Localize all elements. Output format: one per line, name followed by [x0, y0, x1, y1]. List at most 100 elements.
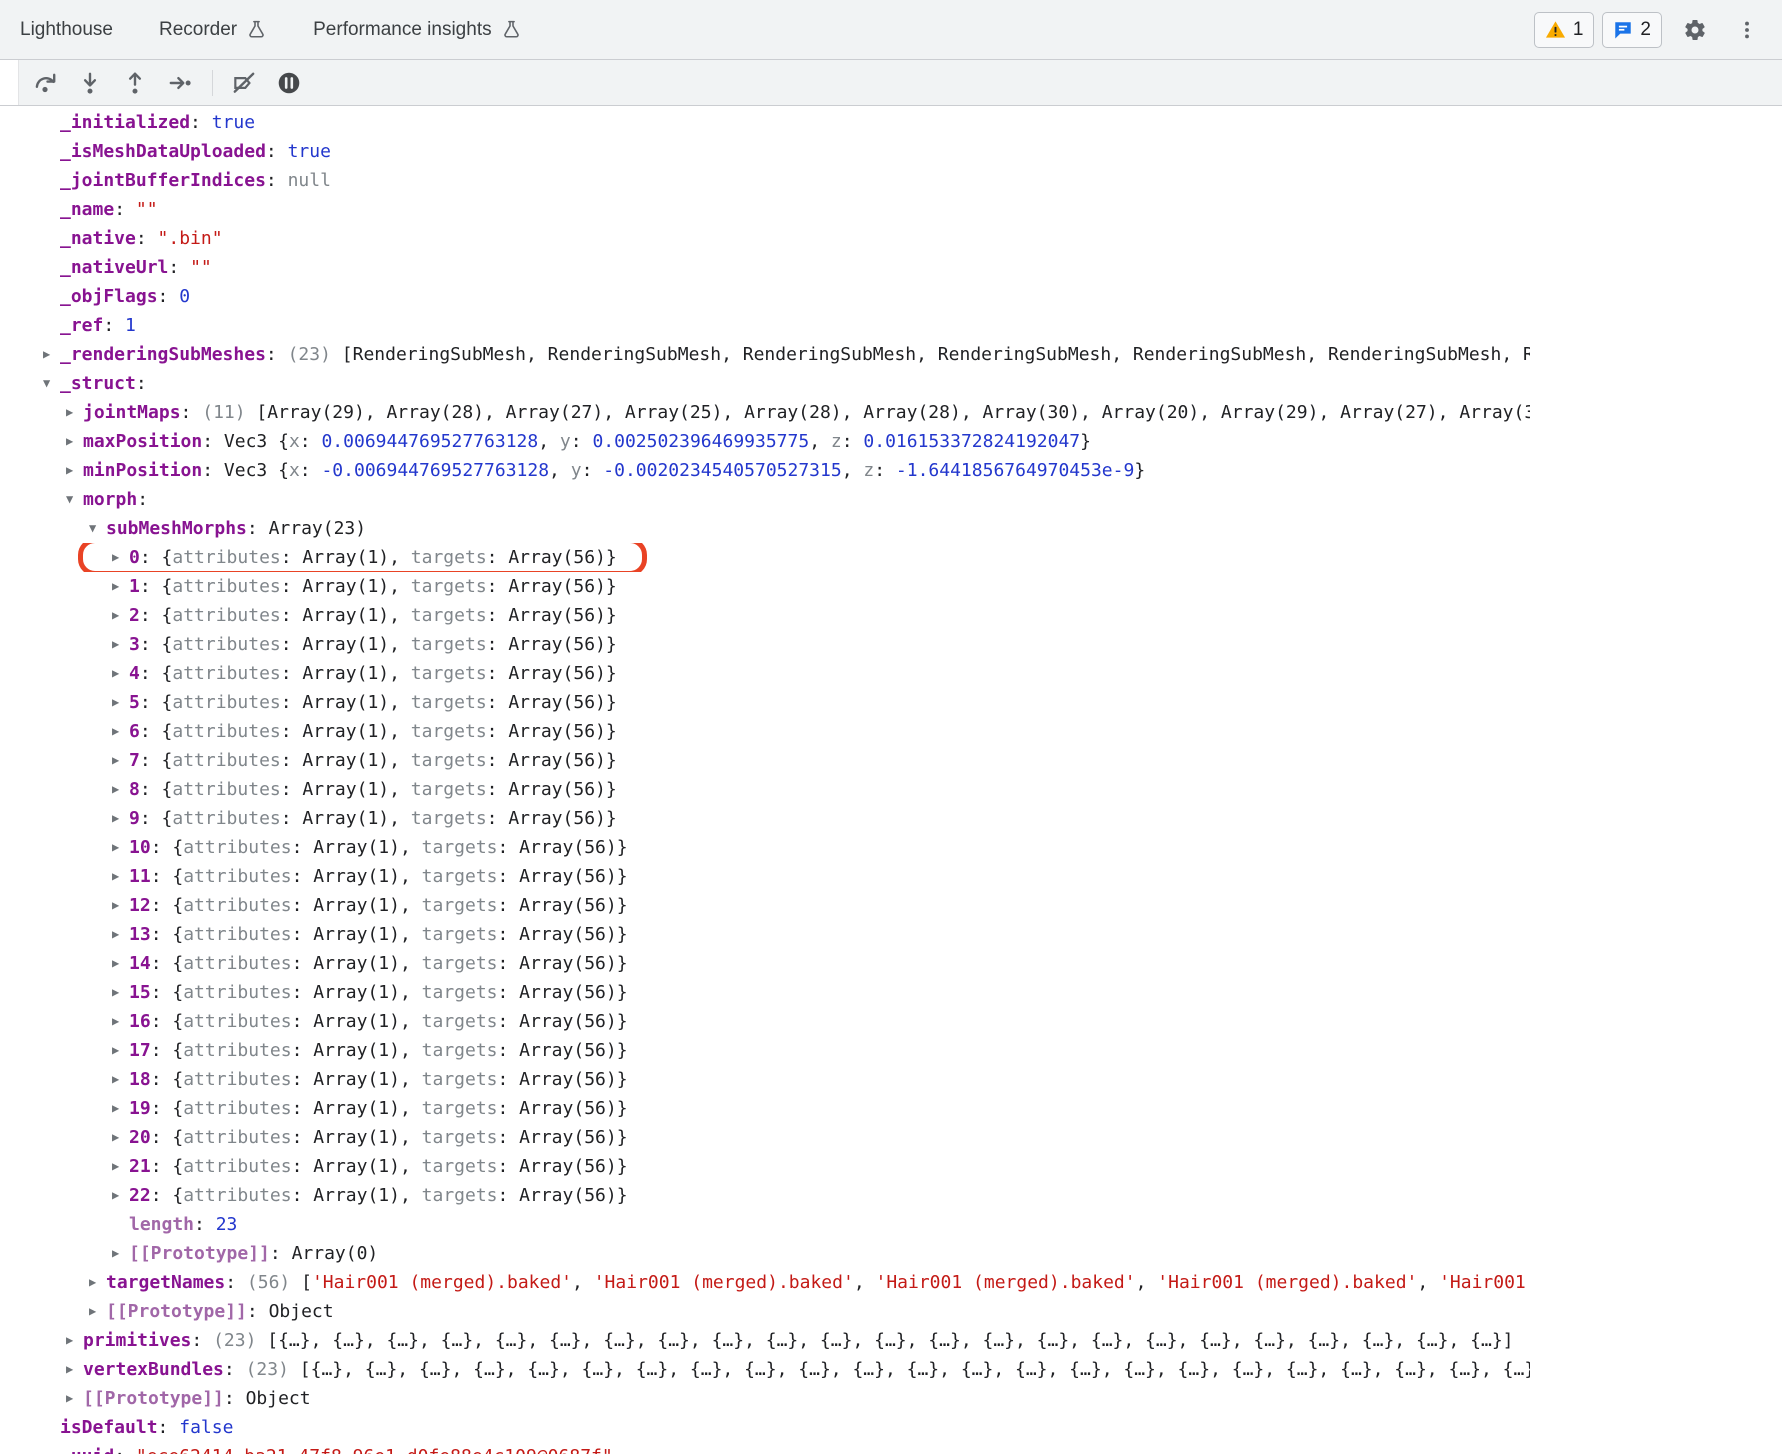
expand-arrow-icon[interactable]: ▶ [66, 427, 83, 456]
expand-arrow-icon[interactable]: ▶ [89, 1297, 106, 1326]
property-value-segment: { [172, 1156, 184, 1177]
tree-row[interactable]: ▶ 9: {attributes: Array(1), targets: Arra… [16, 804, 1530, 833]
expand-arrow-icon[interactable]: ▶ [66, 1355, 83, 1384]
expand-arrow-icon[interactable]: ▶ [112, 804, 129, 833]
collapse-arrow-icon[interactable]: ▼ [89, 514, 106, 543]
expand-arrow-icon[interactable]: ▶ [112, 688, 129, 717]
property-value-segment: 0.002502396469935775 [592, 431, 810, 452]
expand-arrow-icon[interactable]: ▶ [112, 659, 129, 688]
expand-arrow-icon[interactable]: ▶ [89, 1268, 106, 1297]
property-name: 17 [129, 1040, 151, 1061]
expand-arrow-icon[interactable]: ▶ [112, 891, 129, 920]
tree-row[interactable]: ▶ 12: {attributes: Array(1), targets: Arr… [16, 891, 1530, 920]
tree-row-content: ▶ vertexBundles: (23) [{…}, {…}, {…}, {…}… [66, 1355, 1530, 1384]
tree-row[interactable]: ▶ 19: {attributes: Array(1), targets: Arr… [16, 1094, 1530, 1123]
tree-row[interactable]: ▶ 3: {attributes: Array(1), targets: Arra… [16, 630, 1530, 659]
step-out-button[interactable] [116, 64, 154, 102]
expand-arrow-icon[interactable]: ▶ [66, 1384, 83, 1413]
colon: : [246, 1301, 269, 1322]
tree-row[interactable]: ▶ vertexBundles: (23) [{…}, {…}, {…}, {…}… [16, 1355, 1530, 1384]
expand-arrow-icon[interactable]: ▶ [66, 456, 83, 485]
tree-row[interactable]: ▶ 6: {attributes: Array(1), targets: Arra… [16, 717, 1530, 746]
tree-row[interactable]: ▶ minPosition: Vec3 {x: -0.00694476952776… [16, 456, 1530, 485]
expand-arrow-icon[interactable]: ▶ [112, 775, 129, 804]
pause-on-exceptions-button[interactable] [270, 64, 308, 102]
tree-row[interactable]: ▶ [[Prototype]]: Object [16, 1384, 1530, 1413]
deactivate-breakpoints-button[interactable] [225, 64, 263, 102]
more-options-button[interactable] [1728, 11, 1766, 49]
tab-performance-insights[interactable]: Performance insights [313, 19, 521, 41]
tree-row[interactable]: ▶ 16: {attributes: Array(1), targets: Arr… [16, 1007, 1530, 1036]
tree-row[interactable]: ▶ 11: {attributes: Array(1), targets: Arr… [16, 862, 1530, 891]
expand-arrow-icon[interactable]: ▶ [66, 1326, 83, 1355]
property-value-segment: attributes [183, 953, 292, 974]
tree-row[interactable]: ▶ 20: {attributes: Array(1), targets: Arr… [16, 1123, 1530, 1152]
tree-row[interactable]: ▶ 17: {attributes: Array(1), targets: Arr… [16, 1036, 1530, 1065]
tree-row[interactable]: ▼ morph: [16, 485, 1530, 514]
tree-row[interactable]: ▶ maxPosition: Vec3 {x: 0.006944769527763… [16, 427, 1530, 456]
tree-row[interactable]: ▶ jointMaps: (11) [Array(29), Array(28), … [16, 398, 1530, 427]
expand-arrow-icon[interactable]: ▶ [112, 1036, 129, 1065]
expand-arrow-icon[interactable]: ▶ [112, 1152, 129, 1181]
tree-row[interactable]: ▶ 1: {attributes: Array(1), targets: Arra… [16, 572, 1530, 601]
expand-arrow-icon[interactable]: ▶ [112, 833, 129, 862]
expand-arrow-icon[interactable]: ▶ [112, 1065, 129, 1094]
tree-row[interactable]: ▶ 8: {attributes: Array(1), targets: Arra… [16, 775, 1530, 804]
expand-arrow-icon[interactable]: ▶ [112, 1123, 129, 1152]
tab-lighthouse[interactable]: Lighthouse [20, 19, 113, 41]
expand-arrow-icon[interactable]: ▶ [112, 717, 129, 746]
expand-arrow-icon[interactable]: ▶ [112, 1094, 129, 1123]
step-over-button[interactable] [26, 64, 64, 102]
colon: : [135, 228, 158, 249]
tree-row[interactable]: ▶ 14: {attributes: Array(1), targets: Arr… [16, 949, 1530, 978]
expand-arrow-icon[interactable]: ▶ [112, 543, 129, 572]
expand-arrow-icon[interactable]: ▶ [112, 949, 129, 978]
expand-arrow-icon[interactable]: ▶ [112, 1181, 129, 1210]
tree-row[interactable]: ▶ 22: {attributes: Array(1), targets: Arr… [16, 1181, 1530, 1210]
tree-row[interactable]: ▶ 2: {attributes: Array(1), targets: Arra… [16, 601, 1530, 630]
tab-recorder[interactable]: Recorder [159, 19, 267, 41]
expand-arrow-icon[interactable]: ▶ [112, 746, 129, 775]
collapse-arrow-icon[interactable]: ▼ [66, 485, 83, 514]
tree-row[interactable]: ▶ [[Prototype]]: Array(0) [16, 1239, 1530, 1268]
expand-arrow-icon[interactable]: ▶ [112, 1239, 129, 1268]
expand-arrow-icon[interactable]: ▶ [112, 572, 129, 601]
property-name: 18 [129, 1069, 151, 1090]
tree-row[interactable]: ▼ subMeshMorphs: Array(23) [16, 514, 1530, 543]
tree-row-content: ▶ 6: {attributes: Array(1), targets: Arra… [112, 717, 617, 746]
tree-row[interactable]: ▶ 21: {attributes: Array(1), targets: Arr… [16, 1152, 1530, 1181]
tree-row[interactable]: ▶ 10: {attributes: Array(1), targets: Arr… [16, 833, 1530, 862]
colon: : [139, 605, 162, 626]
expand-arrow-icon[interactable]: ▶ [112, 978, 129, 1007]
tree-row[interactable]: ▶ 15: {attributes: Array(1), targets: Arr… [16, 978, 1530, 1007]
expand-arrow-icon[interactable]: ▶ [112, 1007, 129, 1036]
tree-row[interactable]: ▶ 7: {attributes: Array(1), targets: Arra… [16, 746, 1530, 775]
expand-arrow-icon[interactable]: ▶ [112, 920, 129, 949]
property-value-segment: targets [421, 1040, 498, 1061]
tree-row[interactable]: ▶ [[Prototype]]: Object [16, 1297, 1530, 1326]
expand-arrow-icon[interactable]: ▶ [112, 862, 129, 891]
tree-row[interactable]: ▼ _struct: [16, 369, 1530, 398]
tree-row[interactable]: ▶ 13: {attributes: Array(1), targets: Arr… [16, 920, 1530, 949]
collapse-arrow-icon[interactable]: ▼ [43, 369, 60, 398]
tree-row[interactable]: ▶ 4: {attributes: Array(1), targets: Arra… [16, 659, 1530, 688]
step-into-button[interactable] [71, 64, 109, 102]
tree-row[interactable]: ▶ 0: {attributes: Array(1), targets: Arra… [16, 543, 1530, 572]
tree-row[interactable]: ▶ 18: {attributes: Array(1), targets: Arr… [16, 1065, 1530, 1094]
tree-row[interactable]: ▶ targetNames: (56) ['Hair001 (merged).ba… [16, 1268, 1530, 1297]
tree-row[interactable]: ▶ 5: {attributes: Array(1), targets: Arra… [16, 688, 1530, 717]
property-value-segment: 0.016153372824192047 [863, 431, 1081, 452]
expand-arrow-icon[interactable]: ▶ [66, 398, 83, 427]
tree-row[interactable]: ▶ _renderingSubMeshes: (23) [RenderingSub… [16, 340, 1530, 369]
console-object-inspector[interactable]: _initialized: true _isMeshDataUploaded: t… [0, 106, 1782, 1454]
settings-button[interactable] [1676, 11, 1714, 49]
property-value-segment: : Array(56)} [497, 1185, 628, 1206]
expand-arrow-icon[interactable]: ▶ [43, 340, 60, 369]
step-button[interactable] [161, 64, 199, 102]
expand-arrow-icon[interactable]: ▶ [112, 601, 129, 630]
issues-badge[interactable]: 2 [1602, 11, 1662, 48]
property-value-segment: : [299, 431, 322, 452]
expand-arrow-icon[interactable]: ▶ [112, 630, 129, 659]
warnings-badge[interactable]: 1 [1533, 11, 1595, 48]
tree-row[interactable]: ▶ primitives: (23) [{…}, {…}, {…}, {…}, {… [16, 1326, 1530, 1355]
